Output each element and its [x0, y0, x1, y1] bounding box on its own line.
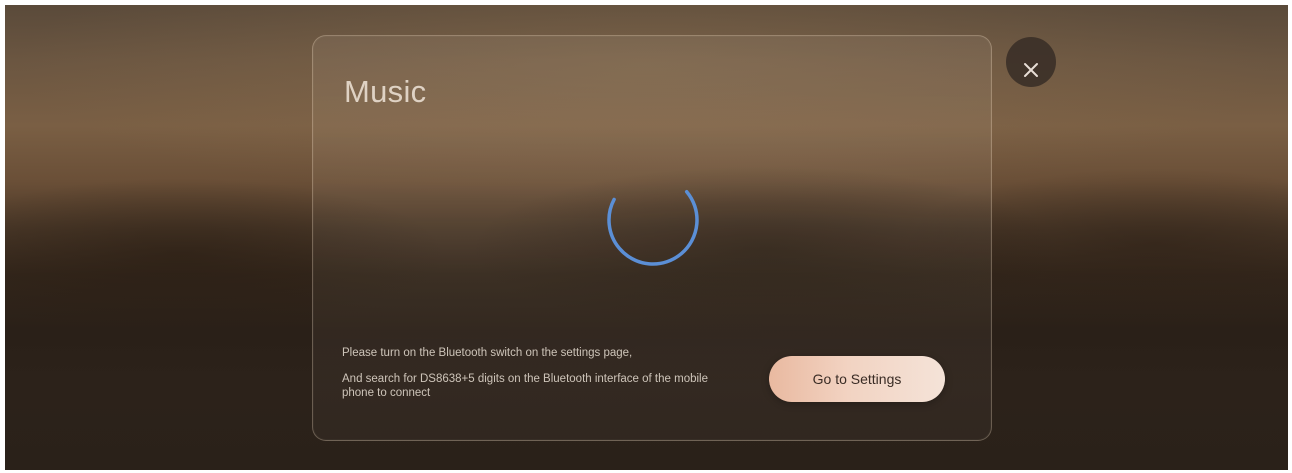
close-button[interactable] — [1006, 37, 1056, 87]
music-dialog: Music Please turn on the Bluetooth switc… — [312, 35, 992, 441]
instruction-text-line2: And search for DS8638+5 digits on the Bl… — [342, 373, 708, 399]
dialog-title: Music — [344, 74, 427, 109]
instruction-text-line1: Please turn on the Bluetooth switch on t… — [342, 347, 633, 359]
close-icon — [1024, 63, 1038, 77]
loading-spinner-icon — [603, 170, 703, 270]
go-to-settings-button[interactable]: Go to Settings — [769, 356, 945, 402]
background-scene: Music Please turn on the Bluetooth switc… — [5, 5, 1288, 470]
